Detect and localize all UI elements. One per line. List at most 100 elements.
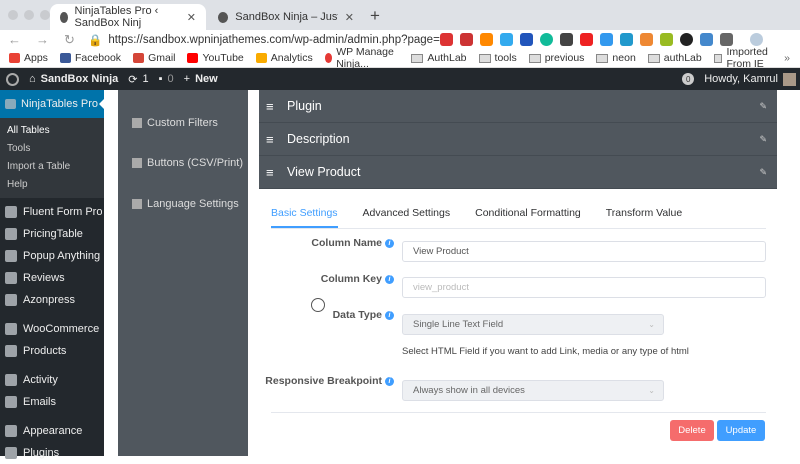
reload-icon[interactable]: ↻ (64, 32, 84, 48)
data-type-select[interactable]: Single Line Text Field ⌄ (402, 314, 664, 335)
sidebar-item-woocommerce[interactable]: WooCommerce (0, 318, 104, 340)
settings-nav: Custom Filters Buttons (CSV/Print) Langu… (118, 90, 248, 456)
notifications-badge[interactable]: 0 (682, 73, 695, 85)
column-name-input[interactable]: View Product (402, 241, 766, 262)
close-tab-icon[interactable]: ✕ (187, 11, 196, 24)
submenu-import[interactable]: Import a Table (0, 158, 104, 176)
folder-icon (478, 53, 491, 63)
bookmark-folder[interactable]: previous (528, 52, 584, 64)
profile-icon[interactable] (750, 33, 763, 46)
nav-language[interactable]: Language Settings (132, 198, 239, 210)
sidebar-item-reviews[interactable]: Reviews (0, 267, 104, 289)
folder-icon (713, 53, 723, 63)
extension-icon[interactable] (460, 33, 473, 46)
column-row[interactable]: ≡ View Product ✎ (259, 156, 777, 189)
sidebar-item-ninjatables[interactable]: NinjaTables Pro (0, 90, 104, 118)
close-tab-icon[interactable]: ✕ (345, 11, 354, 24)
bookmark-facebook[interactable]: Facebook (59, 52, 121, 64)
nav-custom-filters[interactable]: Custom Filters (132, 117, 218, 129)
extension-icon[interactable] (560, 33, 573, 46)
bookmark-folder[interactable]: AuthLab (411, 52, 467, 64)
sidebar-item-appearance[interactable]: Appearance (0, 420, 104, 442)
sidebar-item-popup[interactable]: Popup Anything (0, 245, 104, 267)
sidebar-item-products[interactable]: Products (0, 340, 104, 362)
info-icon[interactable]: i (385, 376, 394, 386)
extension-icon[interactable] (520, 33, 533, 46)
info-icon[interactable]: i (385, 274, 394, 284)
submenu-tools[interactable]: Tools (0, 140, 104, 158)
extension-icon[interactable] (440, 33, 453, 46)
comments-link[interactable]: ▪ 0 (159, 73, 174, 85)
admin-sidebar: NinjaTables Pro All Tables Tools Import … (0, 90, 104, 459)
wordpress-logo-icon[interactable] (6, 72, 19, 86)
extension-icon[interactable] (720, 33, 733, 46)
sidebar-item-activity[interactable]: Activity (0, 369, 104, 391)
new-content-link[interactable]: + New (184, 73, 218, 85)
bookmark-gmail[interactable]: Gmail (133, 52, 175, 64)
extension-icon[interactable] (620, 33, 633, 46)
settings-tabs: Basic Settings Advanced Settings Conditi… (271, 207, 766, 229)
extension-icon[interactable] (700, 33, 713, 46)
column-row[interactable]: ≡ Description ✎ (259, 123, 777, 156)
extension-icon[interactable] (500, 33, 513, 46)
tab-advanced-settings[interactable]: Advanced Settings (363, 207, 451, 228)
bookmark-folder[interactable]: tools (478, 52, 517, 64)
bookmark-folder[interactable]: authLab (647, 52, 702, 64)
bookmarks-bar: Apps Facebook Gmail YouTube Analytics WP… (0, 46, 800, 70)
sidebar-item-pricingtable[interactable]: PricingTable (0, 223, 104, 245)
updates-link[interactable]: ⟳ 1 (128, 73, 148, 86)
link-icon (5, 294, 17, 306)
bookmark-analytics[interactable]: Analytics (255, 52, 313, 64)
extension-icon[interactable] (600, 33, 613, 46)
url-input[interactable]: https://sandbox.wpninjathemes.com/wp-adm… (108, 34, 449, 46)
back-icon[interactable]: ← (8, 32, 28, 47)
info-icon[interactable]: i (385, 238, 394, 248)
info-icon[interactable]: i (385, 310, 394, 320)
breakpoint-label: Responsive Breakpoint i (265, 375, 394, 387)
browser-tab[interactable]: SandBox Ninja – Just a SandBo✕ (208, 4, 364, 30)
more-bookmarks-button[interactable]: » (784, 52, 790, 64)
extension-icon[interactable] (480, 33, 493, 46)
submenu-all-tables[interactable]: All Tables (0, 122, 104, 140)
extension-icon[interactable] (640, 33, 653, 46)
translate-icon (132, 199, 142, 209)
bookmark-wp-manage-ninja[interactable]: WP Manage Ninja... (324, 46, 400, 70)
bookmark-youtube[interactable]: YouTube (187, 52, 244, 64)
window-controls[interactable] (8, 10, 50, 20)
bookmark-apps[interactable]: Apps (9, 52, 48, 64)
extension-icon[interactable] (580, 33, 593, 46)
new-tab-button[interactable]: + (370, 6, 380, 26)
drag-handle-icon[interactable]: ≡ (266, 99, 278, 114)
sidebar-item-plugins[interactable]: Plugins (0, 442, 104, 464)
drag-handle-icon[interactable]: ≡ (266, 132, 278, 147)
sidebar-item-fluent-form[interactable]: Fluent Form Pro (0, 201, 104, 223)
tab-conditional-formatting[interactable]: Conditional Formatting (475, 207, 581, 228)
sidebar-item-azonpress[interactable]: Azonpress (0, 289, 104, 311)
edit-icon[interactable]: ✎ (759, 167, 767, 178)
wp-admin-bar: ⌂ SandBox Ninja ⟳ 1 ▪ 0 + New 0 Howdy, Kamru… (0, 68, 800, 90)
nav-buttons[interactable]: Buttons (CSV/Print) (132, 157, 243, 169)
account-menu[interactable]: Howdy, Kamrul (704, 72, 796, 86)
column-row[interactable]: ≡ Plugin ✎ (259, 90, 777, 123)
bookmark-folder[interactable]: Imported From IE (713, 46, 781, 70)
pricing-icon (5, 228, 17, 240)
bookmark-folder[interactable]: neon (596, 52, 636, 64)
drag-handle-icon[interactable]: ≡ (266, 165, 278, 180)
tab-transform-value[interactable]: Transform Value (606, 207, 682, 228)
breakpoint-select[interactable]: Always show in all devices ⌄ (402, 380, 664, 401)
globe-icon (218, 11, 229, 23)
edit-icon[interactable]: ✎ (759, 134, 767, 145)
forward-icon[interactable]: → (36, 32, 56, 47)
delete-button[interactable]: Delete (670, 420, 714, 441)
sidebar-item-emails[interactable]: Emails (0, 391, 104, 413)
submenu-help[interactable]: Help (0, 176, 104, 194)
update-button[interactable]: Update (717, 420, 765, 441)
site-name-link[interactable]: ⌂ SandBox Ninja (29, 73, 118, 85)
column-key-input[interactable]: view_product (402, 277, 766, 298)
extension-icon[interactable] (660, 33, 673, 46)
tab-basic-settings[interactable]: Basic Settings (271, 207, 338, 228)
browser-tab-active[interactable]: NinjaTables Pro ‹ SandBox Ninj ✕ (50, 4, 206, 30)
edit-icon[interactable]: ✎ (759, 101, 767, 112)
extension-icon[interactable] (540, 33, 553, 46)
extension-icon[interactable] (680, 33, 693, 46)
